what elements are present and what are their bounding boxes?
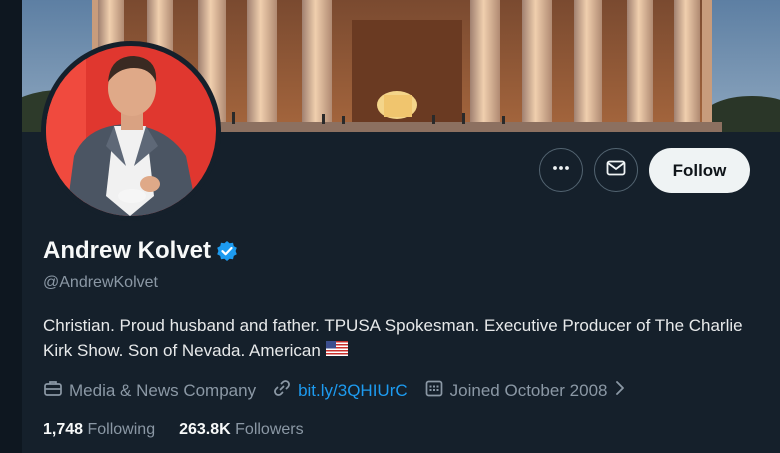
following-count: 1,748	[43, 421, 84, 438]
website-item[interactable]: bit.ly/3QHIUrC	[272, 378, 408, 403]
calendar-icon	[424, 378, 450, 403]
following-label: Following	[87, 421, 156, 438]
follow-button[interactable]: Follow	[649, 148, 750, 193]
bio-text: Christian. Proud husband and father. TPU…	[43, 316, 743, 360]
display-name: Andrew Kolvet	[43, 237, 212, 264]
verified-badge-icon[interactable]	[216, 240, 238, 262]
name-row: Andrew Kolvet	[43, 237, 238, 265]
more-icon	[551, 158, 571, 183]
followers-stat[interactable]: 263.8K Followers	[179, 421, 304, 439]
followers-label: Followers	[235, 421, 304, 438]
message-button[interactable]	[594, 148, 638, 192]
more-button[interactable]	[539, 148, 583, 192]
avatar[interactable]	[46, 46, 216, 216]
category-label: Media & News Company	[69, 380, 257, 400]
link-icon	[272, 378, 298, 403]
followers-count: 263.8K	[179, 421, 231, 438]
briefcase-icon	[43, 378, 69, 403]
avatar-border	[41, 41, 221, 221]
envelope-icon	[606, 158, 626, 183]
us-flag-icon	[325, 338, 348, 363]
joined-label: Joined October 2008	[449, 380, 608, 400]
joined-item[interactable]: Joined October 2008	[424, 378, 632, 403]
profile-meta: Media & News Company bit.ly/3QHIUrC Join…	[43, 378, 648, 403]
bio: Christian. Proud husband and father. TPU…	[43, 313, 743, 363]
left-gutter	[0, 0, 22, 453]
website-link[interactable]: bit.ly/3QHIUrC	[298, 381, 408, 401]
chevron-right-icon	[614, 379, 632, 402]
category-item: Media & News Company	[43, 378, 256, 403]
user-handle: @AndrewKolvet	[43, 274, 158, 291]
follow-stats: 1,748 Following 263.8K Followers	[43, 421, 328, 439]
following-stat[interactable]: 1,748 Following	[43, 421, 155, 439]
